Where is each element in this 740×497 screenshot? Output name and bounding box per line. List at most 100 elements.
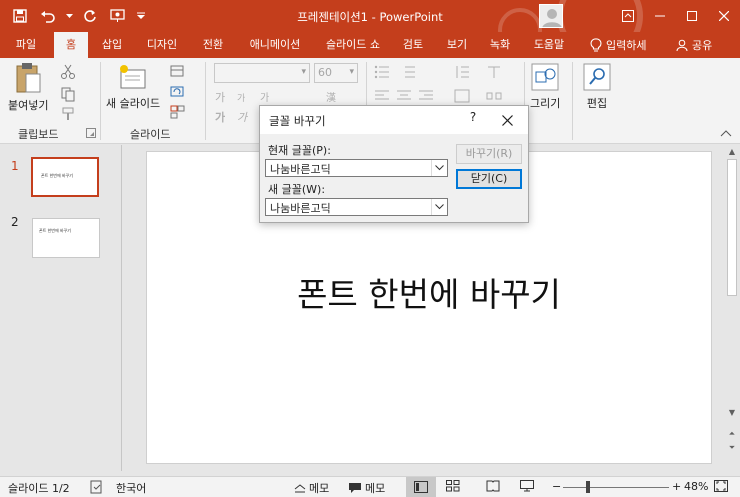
chevron-down-icon[interactable] (431, 160, 447, 176)
hanja-convert-icon[interactable]: 漢 (326, 88, 342, 104)
align-right-icon[interactable] (418, 88, 434, 104)
thumbnail-text: 폰트 한번에 바꾸기 (41, 173, 73, 178)
align-center-icon[interactable] (396, 88, 412, 104)
tab-slide-show[interactable]: 슬라이드 쇼 (318, 32, 388, 58)
notes-icon (294, 484, 306, 493)
text-direction-icon[interactable] (486, 64, 502, 80)
smartart-icon[interactable] (486, 88, 502, 104)
section-icon[interactable] (170, 104, 186, 120)
share-button[interactable]: 공유 (676, 32, 712, 58)
tab-help[interactable]: 도움말 (526, 32, 572, 58)
align-left-icon[interactable] (374, 88, 390, 104)
slide-thumbnail-2[interactable]: 폰트 한번에 바꾸기 (32, 218, 100, 258)
pane-divider[interactable] (121, 145, 122, 471)
undo-icon[interactable] (36, 6, 60, 26)
tab-insert[interactable]: 삽입 (94, 32, 130, 58)
font-size-combo[interactable]: 60 ▾ (314, 63, 358, 83)
zoom-out-icon[interactable]: − (552, 480, 561, 493)
start-from-beginning-icon[interactable] (106, 6, 130, 26)
replace-button[interactable]: 바꾸기(R) (456, 144, 522, 164)
vertical-scrollbar[interactable]: ▲ ▼ ⏶ ⏷ (724, 145, 740, 471)
paste-button[interactable]: 붙여넣기 (8, 62, 48, 113)
tell-me-search[interactable]: 입력하세 (590, 32, 646, 58)
lightbulb-icon (590, 38, 602, 52)
paste-label: 붙여넣기 (8, 99, 49, 112)
layout-icon[interactable] (170, 64, 186, 80)
slide-show-icon (520, 480, 534, 492)
scrollbar-thumb[interactable] (727, 159, 737, 296)
fit-to-window-icon[interactable] (714, 480, 728, 492)
zoom-slider-thumb[interactable] (586, 481, 590, 493)
current-font-select[interactable]: 나눔바른고딕 (265, 159, 448, 177)
new-slide-button[interactable]: 새 슬라이드 (106, 64, 160, 111)
dialog-help-button[interactable]: ? (464, 110, 482, 130)
numbering-icon[interactable] (400, 64, 416, 80)
slide-number: 2 (11, 215, 19, 229)
maximize-icon[interactable] (676, 0, 708, 32)
editing-button[interactable]: 편집 (582, 62, 612, 111)
tell-me-label: 입력하세 (606, 39, 647, 52)
zoom-level[interactable]: 48% (684, 480, 708, 493)
tab-recording[interactable]: 녹화 (482, 32, 518, 58)
tab-transitions[interactable]: 전환 (194, 32, 232, 58)
shrink-font-icon[interactable]: 가 (236, 88, 252, 104)
slide-sorter-button[interactable] (446, 480, 460, 492)
italic-icon[interactable]: 가 (236, 108, 252, 124)
new-font-select[interactable]: 나눔바른고딕 (265, 198, 448, 216)
ribbon-display-options-icon[interactable] (612, 0, 644, 32)
zoom-slider-track[interactable] (563, 487, 669, 488)
dialog-title-bar[interactable]: 글꼴 바꾸기 ? (260, 106, 528, 134)
current-font-label: 현재 글꼴(P): (268, 144, 331, 157)
tab-review[interactable]: 검토 (396, 32, 430, 58)
slide-show-button[interactable] (520, 480, 534, 492)
svg-text:漢: 漢 (326, 91, 336, 104)
close-button[interactable]: 닫기(C) (456, 169, 522, 189)
ribbon-separator (205, 62, 206, 140)
normal-view-button[interactable] (406, 477, 436, 497)
language-indicator[interactable]: 한국어 (116, 480, 146, 496)
cut-icon[interactable] (60, 64, 76, 80)
save-icon[interactable] (8, 6, 32, 26)
tab-file[interactable]: 파일 (8, 32, 44, 58)
clipboard-launcher-icon[interactable] (86, 128, 96, 138)
align-text-icon[interactable] (454, 88, 470, 104)
slide-sorter-icon (446, 480, 460, 492)
reset-icon[interactable] (170, 84, 186, 100)
close-window-icon[interactable] (708, 0, 740, 32)
bullets-icon[interactable] (374, 64, 390, 80)
customize-qat-icon[interactable] (134, 6, 148, 26)
account-avatar[interactable] (539, 4, 563, 28)
notes-button[interactable]: 메모 (294, 480, 329, 496)
collapse-ribbon-icon[interactable] (720, 128, 732, 138)
tab-home[interactable]: 홈 (54, 32, 88, 58)
bold-icon[interactable]: 가 (214, 108, 230, 124)
scroll-up-icon[interactable]: ▲ (726, 147, 738, 159)
comment-icon (349, 483, 361, 493)
zoom-in-icon[interactable]: + (672, 480, 681, 493)
tab-design[interactable]: 디자인 (138, 32, 186, 58)
drawing-button[interactable]: 그리기 (530, 62, 560, 111)
undo-dropdown-icon[interactable] (64, 6, 74, 26)
minimize-icon[interactable] (644, 0, 676, 32)
clear-formatting-icon[interactable]: 가 (260, 88, 276, 104)
svg-text:가: 가 (215, 110, 225, 124)
format-painter-icon[interactable] (60, 106, 76, 122)
chevron-down-icon[interactable] (431, 199, 447, 215)
previous-slide-icon[interactable]: ⏶ (726, 429, 738, 441)
redo-icon[interactable] (78, 6, 102, 26)
tab-animations[interactable]: 애니메이션 (240, 32, 310, 58)
grow-font-icon[interactable]: 가 (214, 88, 230, 104)
line-spacing-icon[interactable] (454, 64, 470, 80)
tab-view[interactable]: 보기 (440, 32, 474, 58)
accessibility-icon[interactable] (90, 480, 104, 494)
copy-icon[interactable] (60, 86, 76, 102)
font-name-combo[interactable]: ▾ (214, 63, 310, 83)
slide-thumbnail-1[interactable]: 폰트 한번에 바꾸기 (31, 157, 99, 197)
slide-title[interactable]: 폰트 한번에 바꾸기 (147, 268, 711, 316)
slide-thumbnail-pane: 1 폰트 한번에 바꾸기 2 폰트 한번에 바꾸기 (0, 145, 120, 471)
scroll-down-icon[interactable]: ▼ (726, 408, 738, 420)
reading-view-button[interactable] (486, 480, 500, 492)
comments-button[interactable]: 메모 (348, 480, 385, 496)
dialog-close-icon[interactable] (496, 110, 518, 130)
next-slide-icon[interactable]: ⏷ (726, 443, 738, 455)
